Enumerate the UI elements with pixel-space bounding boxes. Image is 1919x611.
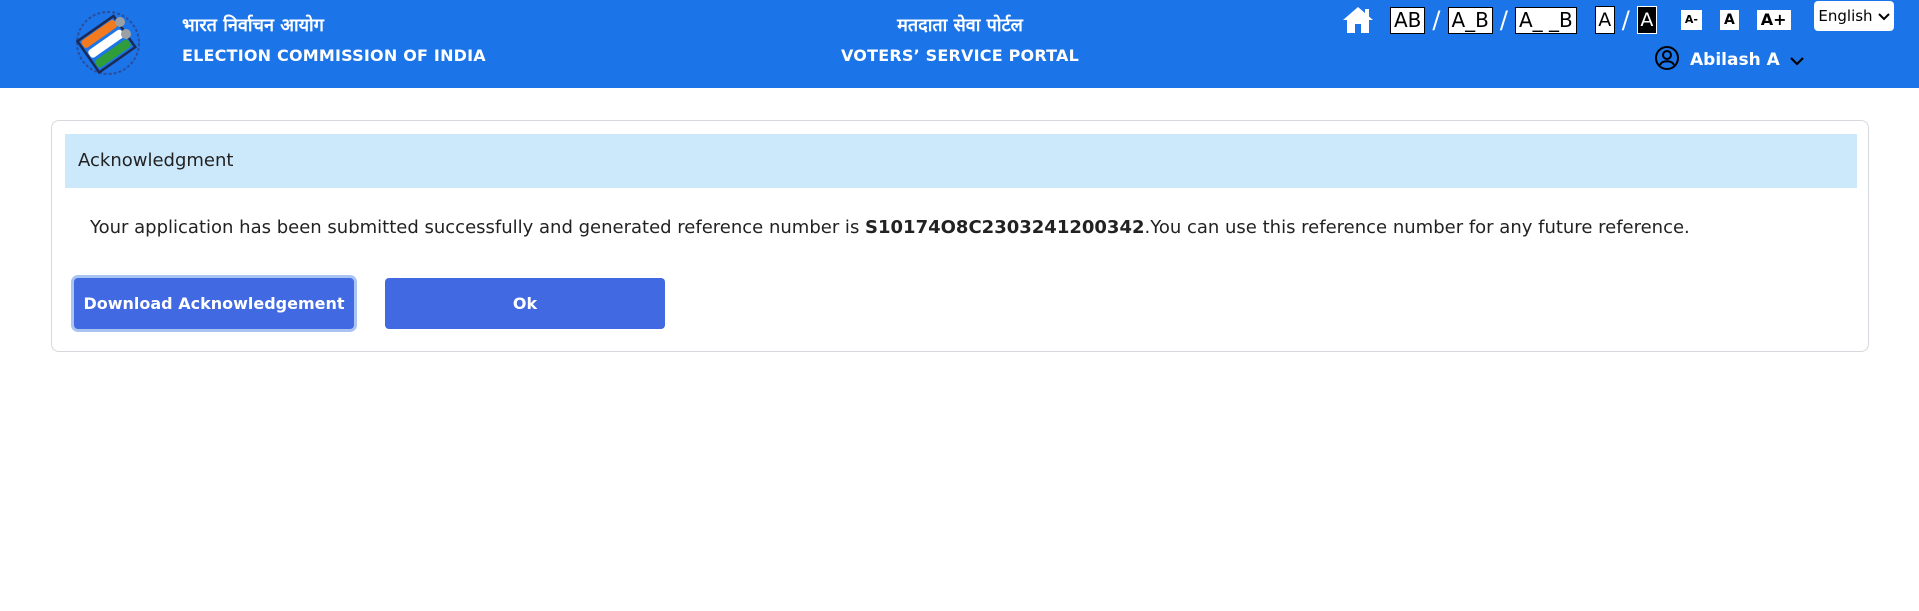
language-select[interactable]: English	[1814, 1, 1894, 31]
reference-number: S10174O8C2303241200342	[865, 217, 1145, 238]
message-suffix: .You can use this reference number for a…	[1144, 217, 1690, 238]
chevron-down-icon	[1789, 51, 1804, 70]
contrast-high-button[interactable]: A	[1636, 6, 1657, 34]
message-prefix: Your application has been submitted succ…	[90, 217, 866, 238]
user-circle-icon	[1654, 45, 1680, 75]
separator: /	[1499, 6, 1508, 34]
user-menu[interactable]: Abilash A	[1654, 46, 1804, 74]
font-normal-button[interactable]: A	[1719, 10, 1739, 30]
top-header: भारत निर्वाचन आयोग ELECTION COMMISSION O…	[0, 0, 1919, 88]
portal-name-english: VOTERS’ SERVICE PORTAL	[841, 46, 1079, 65]
spacing-normal-button[interactable]: AB	[1390, 6, 1426, 34]
acknowledgment-title: Acknowledgment	[65, 134, 1857, 188]
home-icon[interactable]	[1340, 2, 1376, 38]
download-acknowledgement-button[interactable]: Download Acknowledgement	[74, 278, 354, 329]
org-name-english: ELECTION COMMISSION OF INDIA	[182, 46, 486, 65]
accessibility-toolbar: AB / A_B / A_ _B A / A A- A A+	[1340, 2, 1791, 38]
chevron-down-icon	[1877, 7, 1890, 25]
org-name: भारत निर्वाचन आयोग ELECTION COMMISSION O…	[182, 14, 486, 68]
user-name: Abilash A	[1690, 50, 1780, 70]
spacing-wide-button[interactable]: A_ _B	[1515, 6, 1577, 34]
acknowledgment-card: Acknowledgment Your application has been…	[51, 120, 1869, 352]
language-selected: English	[1818, 7, 1873, 25]
separator: /	[1432, 6, 1441, 34]
eci-logo-icon[interactable]	[70, 8, 146, 78]
ok-button[interactable]: Ok	[385, 278, 665, 329]
separator: /	[1621, 6, 1630, 34]
acknowledgment-message: Your application has been submitted succ…	[90, 215, 1690, 241]
org-name-hindi: भारत निर्वाचन आयोग	[182, 15, 324, 36]
portal-name-hindi: मतदाता सेवा पोर्टल	[897, 15, 1023, 36]
spacing-medium-button[interactable]: A_B	[1447, 6, 1493, 34]
font-increase-button[interactable]: A+	[1756, 10, 1791, 30]
contrast-normal-button[interactable]: A	[1594, 6, 1615, 34]
portal-name: मतदाता सेवा पोर्टल VOTERS’ SERVICE PORTA…	[800, 14, 1120, 68]
font-decrease-button[interactable]: A-	[1680, 10, 1702, 30]
